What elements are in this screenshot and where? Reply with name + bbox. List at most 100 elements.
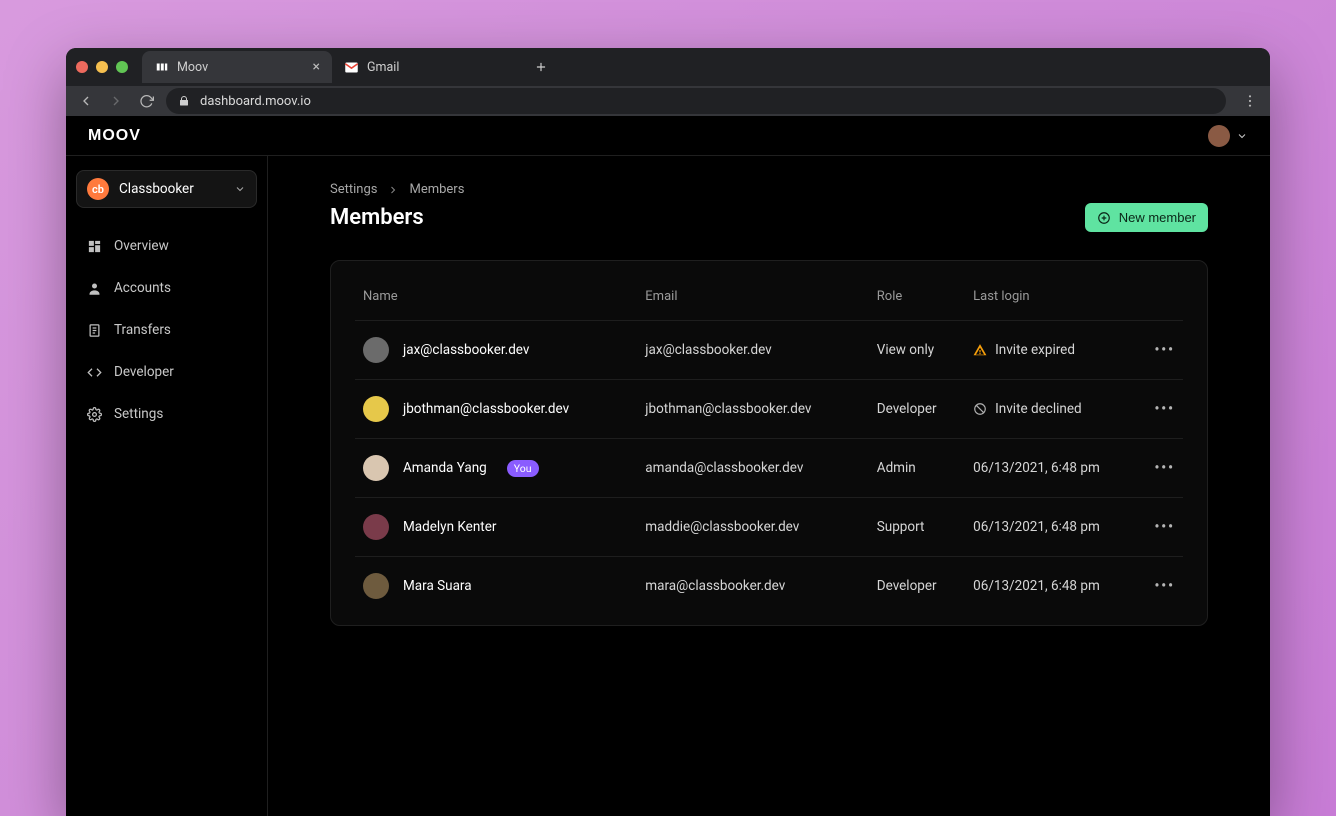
status-text: Invite expired xyxy=(995,342,1075,358)
url-text: dashboard.moov.io xyxy=(200,94,311,109)
reload-button[interactable] xyxy=(136,91,156,111)
cell-name: Madelyn Kenter xyxy=(355,498,637,557)
browser-tab[interactable]: Moov × xyxy=(142,51,332,83)
more-icon: ••• xyxy=(1154,460,1175,476)
table-row[interactable]: jax@classbooker.devjax@classbooker.devVi… xyxy=(355,321,1183,380)
warning-icon xyxy=(973,343,987,357)
cell-email: jbothman@classbooker.dev xyxy=(637,380,868,439)
receipt-icon xyxy=(86,322,102,338)
sidebar-item-label: Transfers xyxy=(114,322,171,338)
prohibited-icon xyxy=(973,402,987,416)
avatar xyxy=(1208,125,1230,147)
cell-email: jax@classbooker.dev xyxy=(637,321,868,380)
main-content: Settings Members Members New member xyxy=(268,156,1270,816)
you-badge: You xyxy=(507,460,539,477)
chevron-right-icon xyxy=(387,184,399,196)
table-row[interactable]: Amanda Yang You amanda@classbooker.devAdmi… xyxy=(355,439,1183,498)
more-icon: ••• xyxy=(1154,401,1175,417)
col-name: Name xyxy=(355,279,637,321)
browser-tab[interactable]: Gmail xyxy=(332,51,522,83)
more-icon: ••• xyxy=(1154,578,1175,594)
person-icon xyxy=(86,280,102,296)
sidebar-item-settings[interactable]: Settings xyxy=(76,394,257,434)
app-header: moov xyxy=(66,116,1270,156)
sidebar-item-label: Overview xyxy=(114,238,169,254)
new-member-label: New member xyxy=(1119,210,1196,225)
table-row[interactable]: Madelyn Kentermaddie@classbooker.devSupp… xyxy=(355,498,1183,557)
sidebar-item-transfers[interactable]: Transfers xyxy=(76,310,257,350)
moov-favicon-icon xyxy=(154,60,169,75)
col-login: Last login xyxy=(965,279,1146,321)
cell-last-login: Invite expired xyxy=(965,321,1146,380)
cell-email: maddie@classbooker.dev xyxy=(637,498,868,557)
org-name: Classbooker xyxy=(119,181,194,197)
close-tab-button[interactable]: × xyxy=(313,60,320,74)
tab-title: Gmail xyxy=(367,60,399,75)
address-bar[interactable]: dashboard.moov.io xyxy=(166,88,1226,114)
member-name: jbothman@classbooker.dev xyxy=(403,401,569,417)
status-text: Invite declined xyxy=(995,401,1082,417)
org-badge: cb xyxy=(87,178,109,200)
sidebar-item-overview[interactable]: Overview xyxy=(76,226,257,266)
new-tab-button[interactable] xyxy=(528,54,554,80)
traffic-lights xyxy=(76,61,128,73)
cell-last-login: 06/13/2021, 6:48 pm xyxy=(965,439,1146,498)
browser-menu-button[interactable] xyxy=(1240,91,1260,111)
breadcrumb: Settings Members xyxy=(330,182,1208,197)
members-card: Name Email Role Last login jax@classbook… xyxy=(330,260,1208,626)
row-actions-button[interactable]: ••• xyxy=(1146,380,1183,439)
lock-icon xyxy=(178,95,190,107)
table-row[interactable]: Mara Suaramara@classbooker.devDeveloper0… xyxy=(355,557,1183,616)
close-window-button[interactable] xyxy=(76,61,88,73)
breadcrumb-item[interactable]: Settings xyxy=(330,182,377,197)
cell-role: Admin xyxy=(869,439,965,498)
forward-button[interactable] xyxy=(106,91,126,111)
back-button[interactable] xyxy=(76,91,96,111)
cell-role: Developer xyxy=(869,380,965,439)
avatar xyxy=(363,573,389,599)
sidebar-item-developer[interactable]: Developer xyxy=(76,352,257,392)
col-email: Email xyxy=(637,279,868,321)
row-actions-button[interactable]: ••• xyxy=(1146,439,1183,498)
cell-name: jax@classbooker.dev xyxy=(355,321,637,380)
avatar xyxy=(363,514,389,540)
row-actions-button[interactable]: ••• xyxy=(1146,321,1183,380)
maximize-window-button[interactable] xyxy=(116,61,128,73)
col-role: Role xyxy=(869,279,965,321)
avatar xyxy=(363,396,389,422)
page-title: Members xyxy=(330,205,424,230)
member-name: jax@classbooker.dev xyxy=(403,342,529,358)
breadcrumb-item[interactable]: Members xyxy=(409,182,464,197)
cell-email: mara@classbooker.dev xyxy=(637,557,868,616)
cell-last-login: 06/13/2021, 6:48 pm xyxy=(965,498,1146,557)
chevron-down-icon xyxy=(1236,130,1248,142)
row-actions-button[interactable]: ••• xyxy=(1146,498,1183,557)
member-name: Amanda Yang xyxy=(403,460,487,476)
table-row[interactable]: jbothman@classbooker.dev jbothman@classbo… xyxy=(355,380,1183,439)
cell-name: jbothman@classbooker.dev xyxy=(355,380,637,439)
row-actions-button[interactable]: ••• xyxy=(1146,557,1183,616)
org-picker[interactable]: cb Classbooker xyxy=(76,170,257,208)
sidebar-item-label: Developer xyxy=(114,364,174,380)
browser-window: Moov × Gmail dashboard.moov.io moov xyxy=(66,48,1270,816)
avatar xyxy=(363,337,389,363)
cell-last-login: Invite declined xyxy=(965,380,1146,439)
col-actions xyxy=(1146,279,1183,321)
user-menu[interactable] xyxy=(1208,125,1248,147)
new-member-button[interactable]: New member xyxy=(1085,203,1208,232)
cell-email: amanda@classbooker.dev xyxy=(637,439,868,498)
sidebar-item-label: Accounts xyxy=(114,280,171,296)
sidebar-item-accounts[interactable]: Accounts xyxy=(76,268,257,308)
logo[interactable]: moov xyxy=(88,127,141,145)
tab-title: Moov xyxy=(177,60,208,75)
minimize-window-button[interactable] xyxy=(96,61,108,73)
cell-role: Developer xyxy=(869,557,965,616)
members-table: Name Email Role Last login jax@classbook… xyxy=(355,279,1183,615)
chevron-down-icon xyxy=(234,183,246,195)
sidebar-nav: Overview Accounts Transfers Developer Settin… xyxy=(76,226,257,434)
cell-name: Mara Suara xyxy=(355,557,637,616)
cell-role: View only xyxy=(869,321,965,380)
gmail-favicon-icon xyxy=(344,60,359,75)
plus-circle-icon xyxy=(1097,211,1111,225)
dashboard-icon xyxy=(86,238,102,254)
